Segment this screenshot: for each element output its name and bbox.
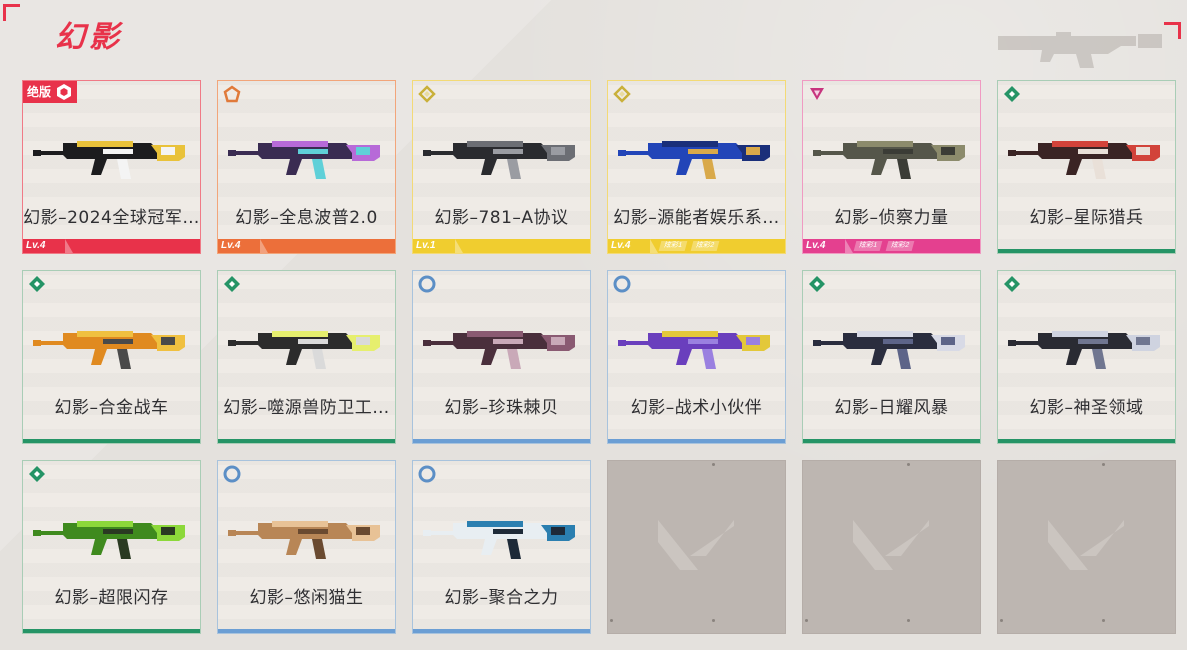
rarity-bar: Lv.4 [23,239,200,253]
page-title: 幻影 [55,20,123,55]
weapon-skin-image [228,317,386,377]
green-gem-icon [223,275,241,293]
skin-card[interactable]: 幻影–星际猎兵 [997,80,1176,254]
empty-slot [997,460,1176,634]
green-gem-icon [28,465,46,483]
variant-tag: 炫彩1 [853,241,883,251]
skin-card[interactable]: 幻影–战术小伙伴 [607,270,786,444]
empty-slot [607,460,786,634]
weapon-skin-image [1008,127,1166,187]
blue-ring-icon [418,275,436,293]
skin-name: 幻影–侦察力量 [834,208,949,228]
level-tag: Lv.4 [803,239,853,253]
weapon-silhouette-icon [998,32,1162,68]
rarity-bar: Lv.4 [218,239,395,253]
triangle-tier-icon [808,85,826,103]
skin-name: 幻影–悠闲猫生 [249,588,364,608]
rarity-bar [608,439,785,443]
rarity-bar [218,629,395,633]
skin-name: 幻影–全息波普2.0 [235,208,378,228]
level-tag: Lv.4 [218,239,268,253]
skin-card[interactable]: 幻影–781–A协议 Lv.1 [412,80,591,254]
skin-card[interactable]: 绝版幻影–2024全球冠军… Lv.4 [22,80,201,254]
skin-card[interactable]: 幻影–神圣领域 [997,270,1176,444]
rarity-bar [413,439,590,443]
exclusive-badge: 绝版 [23,81,78,103]
skin-card[interactable]: 幻影–全息波普2.0 Lv.4 [217,80,396,254]
variant-tags: 炫彩1 炫彩2 [658,241,720,251]
weapon-skin-image [228,507,386,567]
diamond-tier-icon [418,85,436,103]
blue-ring-icon [613,275,631,293]
variant-tag: 炫彩2 [885,241,915,251]
rarity-bar [803,439,980,443]
rarity-bar [23,439,200,443]
skin-card[interactable]: 幻影–悠闲猫生 [217,460,396,634]
skin-name: 幻影–神圣领域 [1029,398,1144,418]
level-tag: Lv.4 [608,239,658,253]
weapon-skin-image [618,317,776,377]
weapon-skin-image [423,317,581,377]
skin-name: 幻影–战术小伙伴 [630,398,763,418]
rarity-bar [23,629,200,633]
valorant-logo-icon [1048,520,1124,570]
green-gem-icon [1003,275,1021,293]
skin-name: 幻影–超限闪存 [54,588,169,608]
skin-card[interactable]: 幻影–珍珠棘贝 [412,270,591,444]
skin-name: 幻影–聚合之力 [444,588,559,608]
exclusive-badge-label: 绝版 [27,85,52,99]
weapon-skin-image [1008,317,1166,377]
empty-slot [802,460,981,634]
corner-bracket-right [1164,22,1181,39]
weapon-skin-image [813,127,971,187]
rarity-bar: Lv.1 [413,239,590,253]
skin-card[interactable]: 幻影–合金战车 [22,270,201,444]
skin-card[interactable]: 幻影–噬源兽防卫工… [217,270,396,444]
weapon-skin-image [618,127,776,187]
skin-name: 幻影–日耀风暴 [834,398,949,418]
weapon-skin-image [228,127,386,187]
weapon-skin-image [813,317,971,377]
weapon-skin-grid: 绝版幻影–2024全球冠军… Lv.4 幻影–全息波普2.0 Lv.4 幻影–781–A… [22,80,1176,634]
weapon-skin-image [33,317,191,377]
weapon-skin-image [423,507,581,567]
skin-card[interactable]: 幻影–聚合之力 [412,460,591,634]
rarity-bar [413,629,590,633]
green-gem-icon [1003,85,1021,103]
skin-name: 幻影–噬源兽防卫工… [223,398,390,418]
diamond-tier-icon [613,85,631,103]
weapon-skin-image [423,127,581,187]
weapon-skin-image [33,127,191,187]
variant-tags: 炫彩1 炫彩2 [853,241,915,251]
valorant-logo-icon [853,520,929,570]
skin-name: 幻影–星际猎兵 [1029,208,1144,228]
skin-name: 幻影–781–A协议 [434,208,569,228]
skin-name: 幻影–合金战车 [54,398,169,418]
rarity-bar [998,249,1175,253]
skin-card[interactable]: 幻影–源能者娱乐系… Lv.4 炫彩1 炫彩2 [607,80,786,254]
skin-card[interactable]: 幻影–超限闪存 [22,460,201,634]
rarity-bar [218,439,395,443]
exclusive-gem-icon [55,83,73,101]
level-tag: Lv.1 [413,239,463,253]
green-gem-icon [28,275,46,293]
skin-name: 幻影–源能者娱乐系… [613,208,780,228]
rarity-bar [998,439,1175,443]
blue-ring-icon [418,465,436,483]
variant-tag: 炫彩2 [690,241,720,251]
skin-card[interactable]: 幻影–日耀风暴 [802,270,981,444]
variant-tag: 炫彩1 [658,241,688,251]
skin-name: 幻影–珍珠棘贝 [444,398,559,418]
blue-ring-icon [223,465,241,483]
weapon-skin-image [33,507,191,567]
skin-card[interactable]: 幻影–侦察力量 Lv.4 炫彩1 炫彩2 [802,80,981,254]
rarity-bar: Lv.4 炫彩1 炫彩2 [608,239,785,253]
skin-name: 幻影–2024全球冠军… [23,208,200,228]
pentagon-tier-icon [223,85,241,103]
green-gem-icon [808,275,826,293]
valorant-logo-icon [658,520,734,570]
level-tag: Lv.4 [23,239,73,253]
corner-bracket-left [3,4,20,21]
rarity-bar: Lv.4 炫彩1 炫彩2 [803,239,980,253]
